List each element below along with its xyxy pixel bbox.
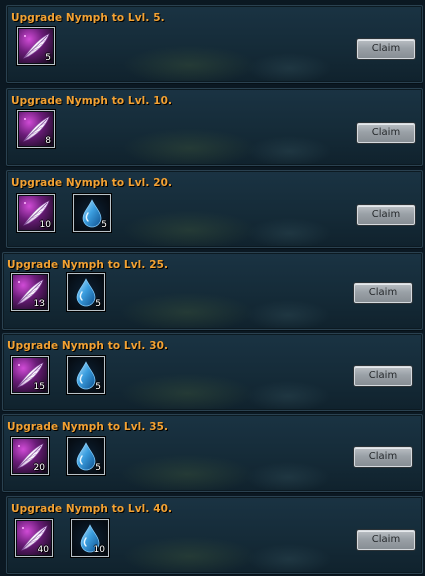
reward-quantity: 5 (95, 382, 101, 392)
quest-row: Upgrade Nymph to Lvl. 40. 40 10 Claim (6, 496, 423, 574)
claim-button[interactable]: Claim (357, 123, 415, 143)
reward-slot-water-drop[interactable]: 5 (67, 273, 105, 311)
quest-title: Upgrade Nymph to Lvl. 25. (7, 259, 169, 271)
reward-quantity: 40 (37, 545, 49, 555)
quest-row: Upgrade Nymph to Lvl. 5. 5 Claim (6, 5, 423, 83)
reward-slot-water-drop[interactable]: 5 (73, 194, 111, 232)
reward-slot-water-drop[interactable]: 5 (67, 356, 105, 394)
reward-quantity: 8 (45, 136, 51, 146)
reward-slot-feather[interactable]: 20 (11, 437, 49, 475)
claim-button[interactable]: Claim (354, 366, 412, 386)
reward-quantity: 5 (45, 53, 51, 63)
claim-button[interactable]: Claim (357, 530, 415, 550)
reward-quantity: 15 (33, 382, 45, 392)
quest-title: Upgrade Nymph to Lvl. 35. (7, 421, 169, 433)
quest-row: Upgrade Nymph to Lvl. 10. 8 Claim (6, 88, 423, 166)
quest-title: Upgrade Nymph to Lvl. 30. (7, 340, 169, 352)
reward-slot-feather[interactable]: 13 (11, 273, 49, 311)
claim-button[interactable]: Claim (354, 283, 412, 303)
reward-quantity: 20 (33, 463, 45, 473)
reward-quantity: 5 (95, 463, 101, 473)
reward-quantity: 13 (33, 299, 45, 309)
reward-slot-water-drop[interactable]: 10 (71, 519, 109, 557)
reward-quantity: 10 (39, 220, 51, 230)
reward-slot-feather[interactable]: 5 (17, 27, 55, 65)
quest-title: Upgrade Nymph to Lvl. 40. (11, 503, 173, 515)
claim-button[interactable]: Claim (357, 205, 415, 225)
quest-title: Upgrade Nymph to Lvl. 20. (11, 177, 173, 189)
quest-row: Upgrade Nymph to Lvl. 25. 13 5 Claim (2, 252, 423, 330)
reward-slot-feather[interactable]: 40 (15, 519, 53, 557)
reward-quantity: 5 (101, 220, 107, 230)
quest-row: Upgrade Nymph to Lvl. 30. 15 5 Claim (2, 333, 423, 411)
reward-slot-feather[interactable]: 15 (11, 356, 49, 394)
reward-quantity: 10 (93, 545, 105, 555)
reward-slot-feather[interactable]: 10 (17, 194, 55, 232)
reward-slot-water-drop[interactable]: 5 (67, 437, 105, 475)
quest-row: Upgrade Nymph to Lvl. 35. 20 5 Claim (2, 414, 423, 492)
quest-title: Upgrade Nymph to Lvl. 10. (11, 95, 173, 107)
quest-title: Upgrade Nymph to Lvl. 5. (11, 12, 165, 24)
claim-button[interactable]: Claim (357, 39, 415, 59)
reward-slot-feather[interactable]: 8 (17, 110, 55, 148)
quest-row: Upgrade Nymph to Lvl. 20. 10 5 Claim (6, 170, 423, 248)
reward-quantity: 5 (95, 299, 101, 309)
claim-button[interactable]: Claim (354, 447, 412, 467)
